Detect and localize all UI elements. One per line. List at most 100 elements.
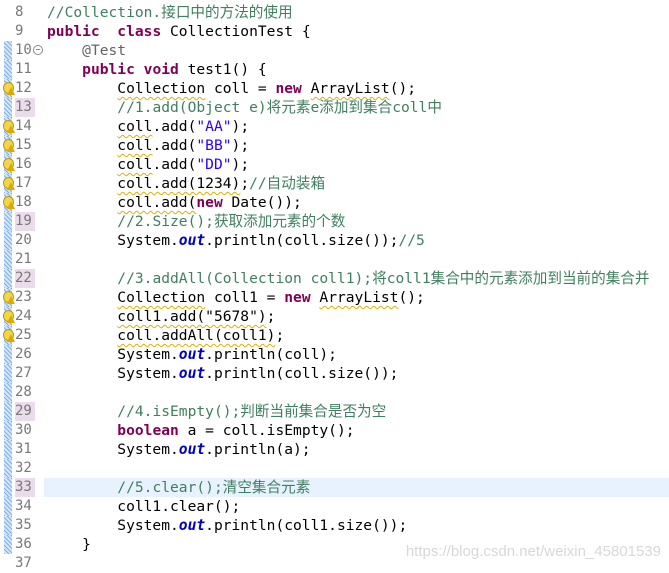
warning-icon[interactable] — [3, 329, 15, 342]
code-text: //Collection.接口中的方法的使用 — [44, 3, 669, 22]
line-gutter: 37 — [0, 554, 44, 573]
warning-icon[interactable] — [3, 177, 15, 190]
comment: //5 — [398, 232, 425, 249]
line-gutter: 31 — [0, 440, 44, 459]
comment: //Collection.接口中的方法的使用 — [47, 4, 293, 21]
code-line[interactable]: 18 coll.add(new Date()); — [0, 193, 669, 212]
keyword: void — [143, 61, 179, 78]
line-number: 9 — [15, 23, 24, 39]
code-line[interactable]: 24 coll1.add("5678"); — [0, 307, 669, 326]
code-token: System. — [47, 441, 179, 458]
field: out — [178, 441, 206, 458]
code-line[interactable]: 21 — [0, 250, 669, 269]
code-token: coll1.add("5678") — [117, 308, 267, 325]
code-line[interactable]: 34 coll1.clear(); — [0, 497, 669, 516]
code-text: //2.Size();获取添加元素的个数 — [44, 212, 669, 231]
line-number: 36 — [15, 536, 32, 552]
comment: //5.clear();清空集合元素 — [117, 479, 311, 496]
warning-icon[interactable] — [3, 158, 15, 171]
code-token: coll.add(1234) — [117, 175, 241, 192]
code-line[interactable]: 30 boolean a = coll.isEmpty(); — [0, 421, 669, 440]
change-bar — [4, 478, 12, 497]
change-bar — [4, 421, 12, 440]
code-line[interactable]: 15 coll.add("BB"); — [0, 136, 669, 155]
code-line[interactable]: 16 coll.add("DD"); — [0, 155, 669, 174]
code-line[interactable]: 8 //Collection.接口中的方法的使用 — [0, 3, 669, 22]
code-line[interactable]: 11 public void test1() { — [0, 60, 669, 79]
line-gutter: 24 — [0, 307, 44, 326]
warning-icon[interactable] — [3, 82, 15, 95]
string-literal: "BB" — [196, 137, 232, 154]
line-gutter: 10− — [0, 41, 44, 60]
code-token: ); — [231, 156, 250, 173]
code-token: .println(coll1.size()); — [205, 517, 408, 534]
warning-icon[interactable] — [3, 139, 15, 152]
line-gutter: 36 — [0, 535, 44, 554]
code-editor[interactable]: 8 //Collection.接口中的方法的使用 9 public class Col… — [0, 3, 669, 573]
code-line[interactable]: 25 coll.addAll(coll1); — [0, 326, 669, 345]
code-line[interactable]: 12 Collection coll = new ArrayList(); — [0, 79, 669, 98]
line-gutter: 30 — [0, 421, 44, 440]
code-line[interactable]: 13 //1.add(Object e)将元素e添加到集合coll中 — [0, 98, 669, 117]
code-line[interactable]: 19 //2.Size();获取添加元素的个数 — [0, 212, 669, 231]
code-line[interactable]: 22 //3.addAll(Collection coll1);将coll1集合… — [0, 269, 669, 288]
code-token: coll — [117, 118, 153, 135]
fold-collapse-icon[interactable]: − — [33, 45, 43, 55]
code-line[interactable]: 17 coll.add(1234);//自动装箱 — [0, 174, 669, 193]
code-line[interactable]: 27 System.out.println(coll.size()); — [0, 364, 669, 383]
change-bar — [4, 383, 12, 402]
code-line[interactable]: 14 coll.add("AA"); — [0, 117, 669, 136]
code-token: .add( — [152, 156, 197, 173]
code-token: coll.add( — [117, 194, 197, 211]
code-text: Collection coll = new ArrayList(); — [44, 79, 669, 98]
warning-icon[interactable] — [3, 291, 15, 304]
line-gutter: 25 — [0, 326, 44, 345]
code-line[interactable]: 20 System.out.println(coll.size());//5 — [0, 231, 669, 250]
code-line[interactable]: 33 //5.clear();清空集合元素 — [0, 478, 669, 497]
code-text: System.out.println(coll.size());//5 — [44, 231, 669, 250]
warning-icon[interactable] — [3, 310, 15, 323]
code-line[interactable]: 35 System.out.println(coll1.size()); — [0, 516, 669, 535]
line-number: 37 — [15, 555, 32, 571]
code-token: System. — [47, 346, 179, 363]
code-line[interactable]: 9 public class CollectionTest { — [0, 22, 669, 41]
code-token: System. — [47, 232, 179, 249]
code-line[interactable]: 29 //4.isEmpty();判断当前集合是否为空 — [0, 402, 669, 421]
line-number: 22 — [15, 269, 35, 288]
code-token: (); — [398, 289, 425, 306]
line-number: 23 — [15, 289, 32, 305]
code-line[interactable]: 31 System.out.println(a); — [0, 440, 669, 459]
code-line[interactable]: 32 — [0, 459, 669, 478]
code-line[interactable]: 10− @Test — [0, 41, 669, 60]
code-line[interactable]: 28 — [0, 383, 669, 402]
change-bar — [4, 364, 12, 383]
code-token: coll — [117, 156, 153, 173]
line-gutter: 20 — [0, 231, 44, 250]
line-number: 25 — [15, 327, 32, 343]
change-bar — [4, 60, 12, 79]
line-number: 21 — [15, 251, 32, 267]
code-token: .println(coll.size()); — [205, 232, 399, 249]
code-token: ; — [240, 175, 250, 192]
code-token: .add( — [152, 137, 197, 154]
change-bar — [4, 98, 12, 117]
code-line[interactable]: 23 Collection coll1 = new ArrayList(); — [0, 288, 669, 307]
code-token: ; — [275, 327, 285, 344]
code-text: coll.addAll(coll1); — [44, 326, 669, 345]
code-token: coll = — [205, 80, 276, 97]
warning-icon[interactable] — [3, 120, 15, 133]
line-number: 29 — [15, 402, 35, 421]
warning-icon[interactable] — [3, 196, 15, 209]
code-token: coll.addAll(coll1) — [117, 327, 276, 344]
code-line[interactable]: 26 System.out.println(coll); — [0, 345, 669, 364]
